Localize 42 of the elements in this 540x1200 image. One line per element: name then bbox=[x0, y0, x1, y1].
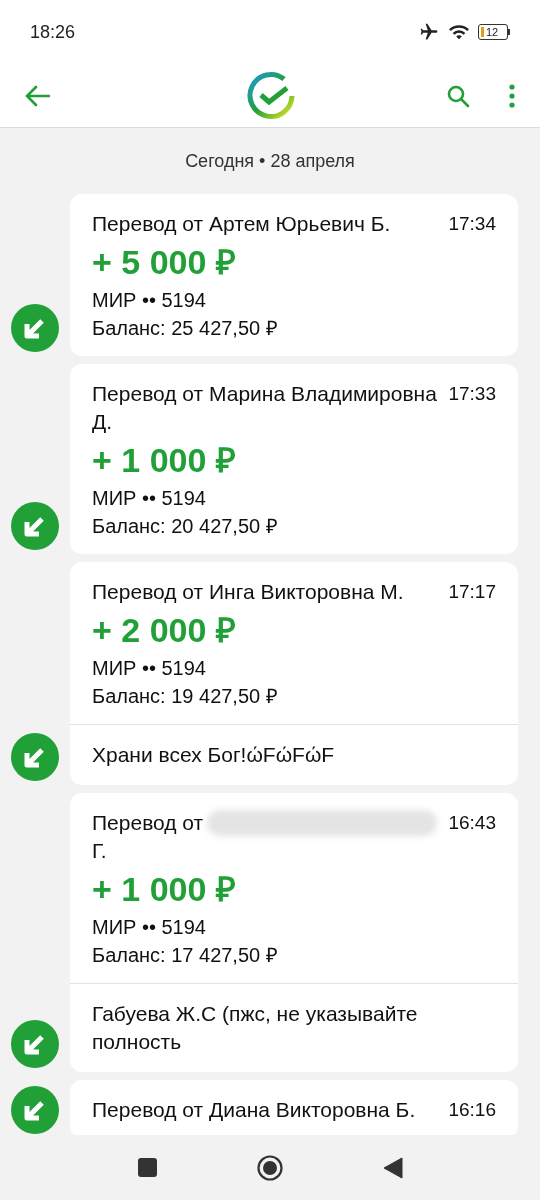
amount: + 1 000 ₽ bbox=[92, 869, 237, 909]
transfer-message: Габуева Ж.С (пжс, не указывайте полность bbox=[92, 1001, 419, 1055]
logo-icon bbox=[246, 70, 296, 121]
home-button[interactable] bbox=[256, 1154, 283, 1181]
card-number: МИР •• 5194 bbox=[92, 486, 207, 511]
amount: + 5 000 ₽ bbox=[92, 242, 237, 282]
transaction-card[interactable]: Перевод от Артем Юрьевич Б. 17:34 + 5 000 ₽ МИР •• 5194 Баланс: 25 427,50 ₽ bbox=[70, 194, 518, 356]
more-icon[interactable] bbox=[508, 83, 516, 108]
transaction-time: 16:43 bbox=[448, 811, 496, 835]
transaction-title: Перевод от Диана Викторовна Б. bbox=[92, 1097, 417, 1123]
card-number: МИР •• 5194 bbox=[92, 915, 207, 940]
transaction-title: Перевод от Марина Владимировна Д. bbox=[92, 381, 438, 435]
transaction-time: 16:16 bbox=[448, 1098, 496, 1122]
recent-apps-button[interactable] bbox=[137, 1158, 157, 1177]
search-icon[interactable] bbox=[446, 83, 470, 108]
status-time: 18:26 bbox=[30, 20, 76, 44]
card-number: МИР •• 5194 bbox=[92, 656, 207, 681]
battery-icon: 12 bbox=[478, 24, 510, 40]
transaction-card[interactable]: Перевод от Диана Викторовна Б. 16:16 bbox=[70, 1080, 518, 1135]
back-button[interactable] bbox=[382, 1156, 403, 1179]
balance: Баланс: 20 427,50 ₽ bbox=[92, 514, 279, 539]
transaction-card[interactable]: Перевод от Г. 16:43 + 1 000 ₽ МИР •• 5194 Баланс: 17 427,50 ₽ Габуева Ж.С (пжс, не указывайте полность bbox=[70, 793, 518, 1072]
transaction-card[interactable]: Перевод от Инга Викторовна М. 17:17 + 2 000 ₽ МИР •• 5194 Баланс: 19 427,50 ₽ Храни всех Бог!ώFώFώF bbox=[70, 562, 518, 785]
transaction-time: 17:34 bbox=[448, 212, 496, 236]
transaction-card[interactable]: Перевод от Марина Владимировна Д. 17:33 + 1 000 ₽ МИР •• 5194 Баланс: 20 427,50 ₽ bbox=[70, 364, 518, 554]
back-arrow-icon[interactable] bbox=[24, 84, 50, 107]
amount: + 1 000 ₽ bbox=[92, 440, 237, 480]
transaction-title: Перевод от Инга Викторовна М. bbox=[92, 579, 405, 605]
transaction-time: 17:17 bbox=[448, 580, 496, 604]
wifi-icon bbox=[448, 22, 470, 42]
transaction-title: Г. bbox=[92, 838, 107, 864]
transaction-time: 17:33 bbox=[448, 382, 496, 406]
card-number: МИР •• 5194 bbox=[92, 288, 207, 313]
date-header: Сегодня • 28 апреля bbox=[185, 149, 355, 173]
balance: Баланс: 25 427,50 ₽ bbox=[92, 316, 279, 341]
airplane-icon bbox=[418, 22, 440, 42]
amount: + 2 000 ₽ bbox=[92, 610, 237, 650]
transfer-message: Храни всех Бог!ώFώFώF bbox=[92, 742, 336, 768]
balance: Баланс: 19 427,50 ₽ bbox=[92, 684, 279, 709]
balance: Баланс: 17 427,50 ₽ bbox=[92, 943, 279, 968]
transaction-title: Перевод от Артем Юрьевич Б. bbox=[92, 211, 392, 237]
transaction-title: Перевод от bbox=[92, 810, 204, 836]
